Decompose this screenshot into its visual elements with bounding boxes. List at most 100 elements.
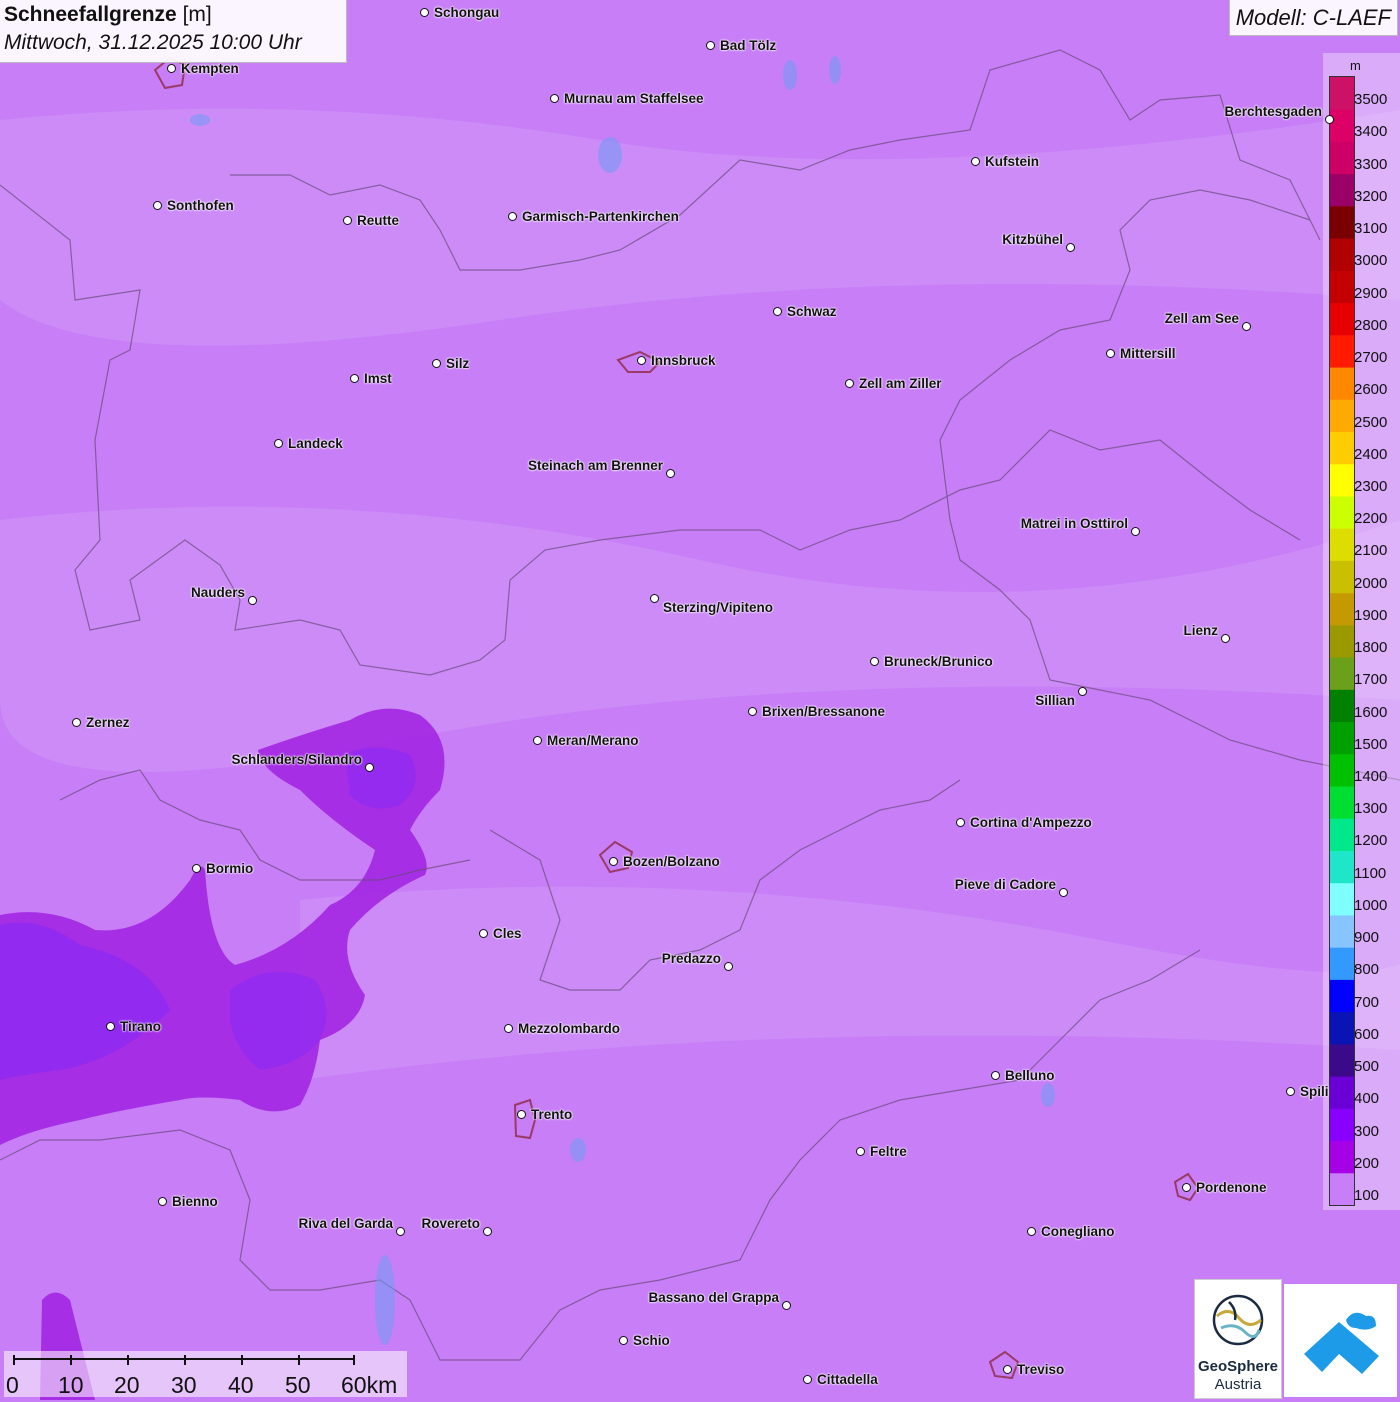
legend-swatch-700: [1330, 979, 1354, 1013]
legend-swatch-600: [1330, 1011, 1354, 1045]
city-dot-icon: [637, 356, 646, 365]
city-dot-icon: [1221, 634, 1230, 643]
city-label: Mezzolombardo: [518, 1021, 621, 1036]
legend-label-1800: 1800: [1354, 639, 1388, 657]
legend-swatch-100: [1330, 1172, 1354, 1205]
legend-swatch-500: [1330, 1043, 1354, 1077]
city-dot-icon: [773, 307, 782, 316]
city-dot-icon: [706, 41, 715, 50]
legend-swatch-900: [1330, 914, 1354, 948]
city-dot-icon: [650, 594, 659, 603]
legend-label-1200: 1200: [1354, 832, 1388, 850]
scale-label-50: 50: [285, 1372, 311, 1398]
legend-label-3400: 3400: [1354, 123, 1388, 141]
geosphere-logo-line1: GeoSphere: [1197, 1358, 1279, 1375]
city-label: Schongau: [434, 5, 500, 20]
city-label: Garmisch-Partenkirchen: [522, 209, 679, 224]
city-dot-icon: [1078, 687, 1087, 696]
legend-label-200: 200: [1354, 1154, 1380, 1172]
city-label: Murnau am Staffelsee: [564, 91, 704, 106]
legend-swatch-2200: [1330, 495, 1354, 529]
city-dot-icon: [350, 374, 359, 383]
map-datetime: Mittwoch, 31.12.2025 10:00 Uhr: [4, 31, 302, 54]
legend-swatch-2500: [1330, 399, 1354, 433]
legend-swatch-1200: [1330, 818, 1354, 851]
city-label: Predazzo: [661, 951, 721, 966]
legend-swatch-3300: [1330, 141, 1354, 175]
legend-label-2000: 2000: [1354, 574, 1388, 592]
legend-swatch-3500: [1330, 77, 1354, 110]
legend-swatch-3000: [1330, 238, 1354, 271]
legend-swatch-1400: [1330, 753, 1354, 787]
city-dot-icon: [803, 1375, 812, 1384]
map-title: Schneefallgrenze [m]: [4, 3, 212, 27]
legend-label-3500: 3500: [1354, 91, 1388, 109]
city-label: Bassano del Grappa: [648, 1290, 779, 1305]
city-label: Treviso: [1017, 1362, 1065, 1377]
meteoswiss-logo[interactable]: [1284, 1284, 1397, 1397]
legend-swatch-1300: [1330, 786, 1354, 819]
legend-label-1400: 1400: [1354, 768, 1388, 786]
legend-swatch-1700: [1330, 657, 1354, 690]
legend-label-2400: 2400: [1354, 445, 1388, 463]
legend-swatch-3100: [1330, 205, 1354, 239]
city-label: Bruneck/Brunico: [884, 654, 993, 669]
city-label: Rovereto: [421, 1216, 480, 1231]
legend-label-2500: 2500: [1354, 413, 1388, 431]
city-dot-icon: [782, 1301, 791, 1310]
city-dot-icon: [106, 1022, 115, 1031]
scale-label-40: 40: [228, 1372, 254, 1398]
city-label: Innsbruck: [651, 353, 716, 368]
city-label: Riva del Garda: [298, 1216, 393, 1231]
city-dot-icon: [1003, 1365, 1012, 1374]
legend-label-1700: 1700: [1354, 671, 1388, 689]
city-dot-icon: [508, 212, 517, 221]
legend-label-3200: 3200: [1354, 187, 1388, 205]
city-label: Nauders: [190, 585, 245, 600]
city-label: Cles: [493, 926, 522, 941]
city-label: Cittadella: [817, 1372, 878, 1387]
city-label: Imst: [364, 371, 392, 386]
legend-label-1900: 1900: [1354, 606, 1388, 624]
title-unit: [m]: [182, 3, 212, 26]
city-label: Landeck: [288, 436, 343, 451]
city-dot-icon: [991, 1071, 1000, 1080]
legend-swatch-2000: [1330, 560, 1354, 594]
city-dot-icon: [971, 157, 980, 166]
city-dot-icon: [1066, 243, 1075, 252]
city-label: Kitzbühel: [1002, 232, 1063, 247]
legend-label-1100: 1100: [1354, 864, 1387, 882]
city-label: Sterzing/Vipiteno: [663, 600, 774, 615]
city-label: Sillian: [1035, 693, 1075, 708]
city-dot-icon: [365, 763, 374, 772]
city-label: Spili: [1300, 1084, 1329, 1099]
legend-label-1300: 1300: [1354, 800, 1388, 818]
city-label: Bozen/Bolzano: [623, 854, 720, 869]
city-label: Bienno: [172, 1194, 218, 1209]
city-label: Schio: [633, 1333, 670, 1348]
legend-swatch-1600: [1330, 689, 1354, 723]
city-dot-icon: [666, 469, 675, 478]
city-dot-icon: [956, 818, 965, 827]
legend-swatch-2800: [1330, 302, 1354, 336]
city-label: Kufstein: [985, 154, 1039, 169]
city-label: Cortina d'Ampezzo: [970, 815, 1092, 830]
city-label: Zell am Ziller: [859, 376, 942, 391]
city-label: Schwaz: [787, 304, 837, 319]
city-label: Sonthofen: [167, 198, 234, 213]
city-dot-icon: [870, 657, 879, 666]
geosphere-logo[interactable]: GeoSphere Austria: [1194, 1279, 1282, 1399]
legend-label-2700: 2700: [1354, 349, 1388, 367]
cloud-mountain-icon: [1304, 1312, 1379, 1374]
city-dot-icon: [845, 379, 854, 388]
city-label: Silz: [446, 356, 470, 371]
geosphere-emblem-icon: [1212, 1294, 1264, 1346]
city-label: Kempten: [181, 61, 239, 76]
city-label: Zernez: [86, 715, 130, 730]
city-label: Schlanders/Silandro: [231, 752, 362, 767]
city-dot-icon: [479, 929, 488, 938]
city-label: Tirano: [120, 1019, 162, 1034]
legend-label-800: 800: [1354, 961, 1380, 979]
legend-label-1500: 1500: [1354, 735, 1388, 753]
title-main: Schneefallgrenze: [4, 3, 177, 26]
